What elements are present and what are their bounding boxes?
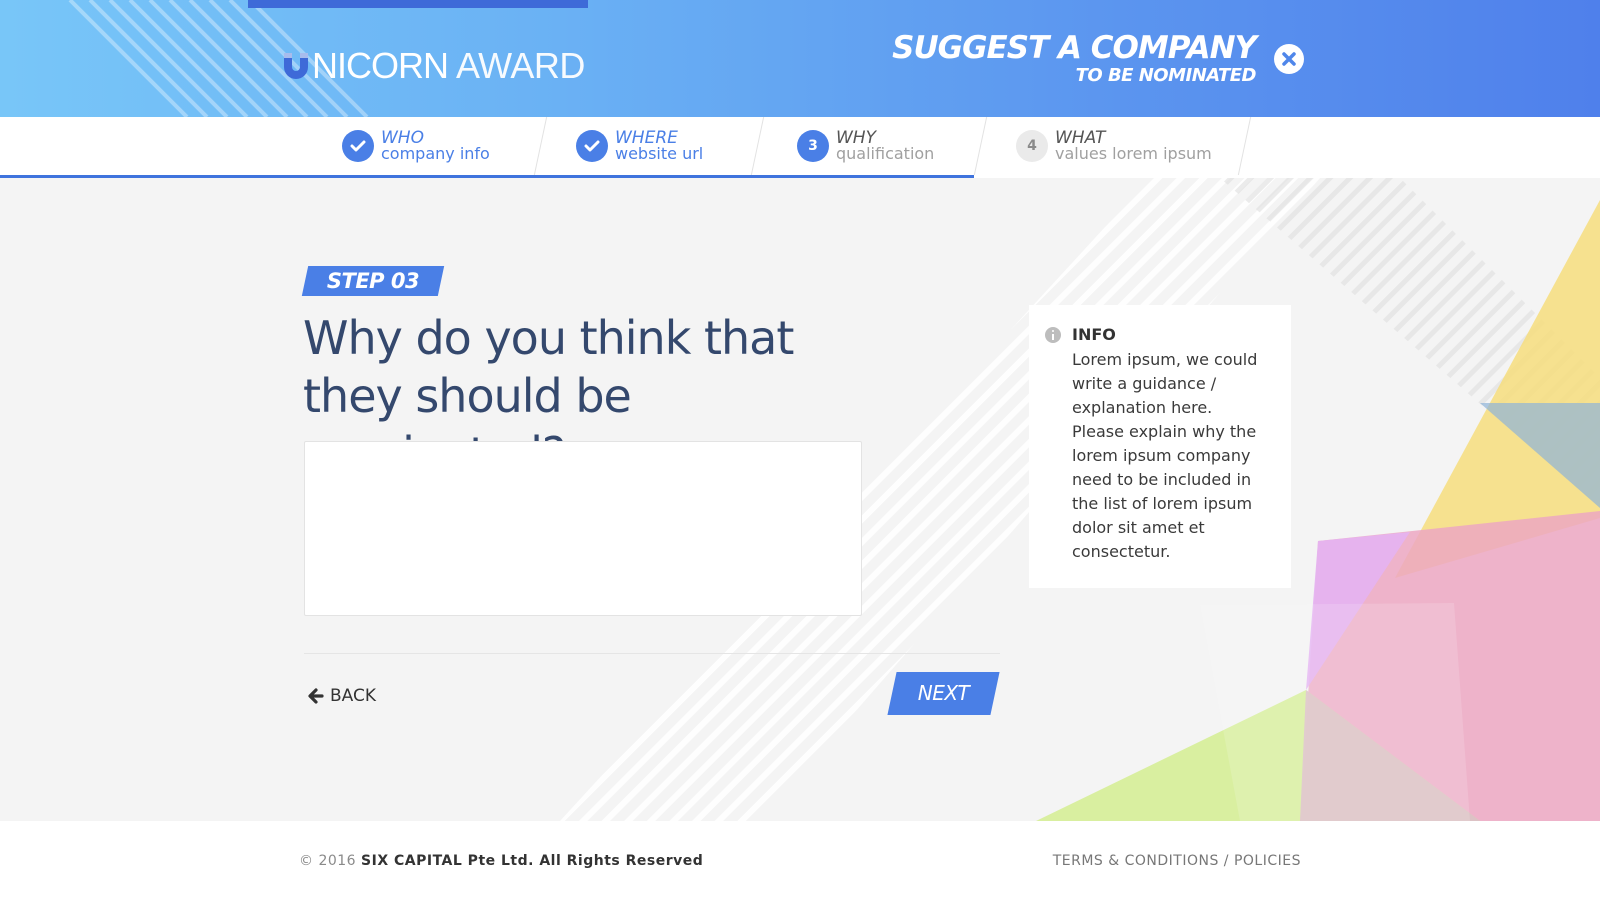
step-separator xyxy=(533,117,548,175)
arrow-left-icon xyxy=(308,688,324,704)
info-title: INFO xyxy=(1072,325,1116,344)
back-button[interactable]: BACK xyxy=(308,686,376,706)
step-where[interactable]: WHERE website url xyxy=(576,117,703,175)
step-complete-badge xyxy=(342,130,374,162)
page-title: SUGGEST A COMPANY TO BE NOMINATED xyxy=(892,30,1257,86)
policies-link[interactable]: POLICIES xyxy=(1234,853,1301,869)
next-button[interactable]: NEXT xyxy=(887,672,1000,715)
back-button-label: BACK xyxy=(330,686,377,706)
info-icon xyxy=(1045,327,1061,343)
logo-text-unicorn: NICORN xyxy=(312,45,449,86)
step-subtitle: qualification xyxy=(836,144,935,163)
step-separator xyxy=(1237,117,1252,175)
step-subtitle: website url xyxy=(615,144,704,163)
footer-link-divider: / xyxy=(1223,853,1230,869)
checkmark-icon xyxy=(584,140,600,152)
header-accent-bar xyxy=(248,0,588,8)
info-panel: INFO Lorem ipsum, we could write a guida… xyxy=(1029,305,1291,588)
checkmark-icon xyxy=(350,140,366,152)
logo-text-award: AWARD xyxy=(456,45,585,86)
step-separator xyxy=(750,117,765,175)
step-number-badge: 3 xyxy=(797,130,829,162)
step-subtitle: values lorem ipsum xyxy=(1055,144,1212,163)
copyright-year: © 2016 xyxy=(299,853,357,869)
header: NICORN AWARD SUGGEST A COMPANY TO BE NOM… xyxy=(0,0,1600,117)
footer: © 2016 SIX CAPITAL Pte Ltd. All Rights R… xyxy=(0,821,1600,911)
step-subtitle: company info xyxy=(381,144,490,163)
step-why[interactable]: 3 WHY qualification xyxy=(797,117,934,175)
step-indicator-label: STEP 03 xyxy=(326,269,420,293)
step-what[interactable]: 4 WHAT values lorem ipsum xyxy=(1016,117,1212,175)
unicorn-u-logo-icon xyxy=(282,51,310,81)
copyright-company: SIX CAPITAL Pte Ltd. All Rights Reserved xyxy=(361,853,704,869)
header-stripes xyxy=(68,0,369,117)
step-separator xyxy=(973,117,988,175)
step-number-badge: 4 xyxy=(1016,130,1048,162)
unicorn-award-logo[interactable]: NICORN AWARD xyxy=(282,45,585,86)
footer-links: TERMS & CONDITIONS / POLICIES xyxy=(1053,853,1301,869)
steps-nav: WHO company info WHERE website url 3 WHY… xyxy=(0,117,1600,178)
answer-textarea[interactable] xyxy=(304,441,862,616)
copyright: © 2016 SIX CAPITAL Pte Ltd. All Rights R… xyxy=(299,853,703,869)
close-button[interactable] xyxy=(1274,44,1304,74)
page-title-line2: TO BE NOMINATED xyxy=(1075,65,1257,86)
step-who[interactable]: WHO company info xyxy=(342,117,490,175)
step-indicator-badge: STEP 03 xyxy=(301,266,445,296)
next-button-label: NEXT xyxy=(917,681,970,705)
form-divider xyxy=(304,653,1000,654)
step-complete-badge xyxy=(576,130,608,162)
close-icon xyxy=(1282,52,1296,66)
page-title-line1: SUGGEST A COMPANY xyxy=(892,30,1257,66)
terms-link[interactable]: TERMS & CONDITIONS xyxy=(1053,853,1219,869)
info-body: Lorem ipsum, we could write a guidance /… xyxy=(1072,350,1258,561)
